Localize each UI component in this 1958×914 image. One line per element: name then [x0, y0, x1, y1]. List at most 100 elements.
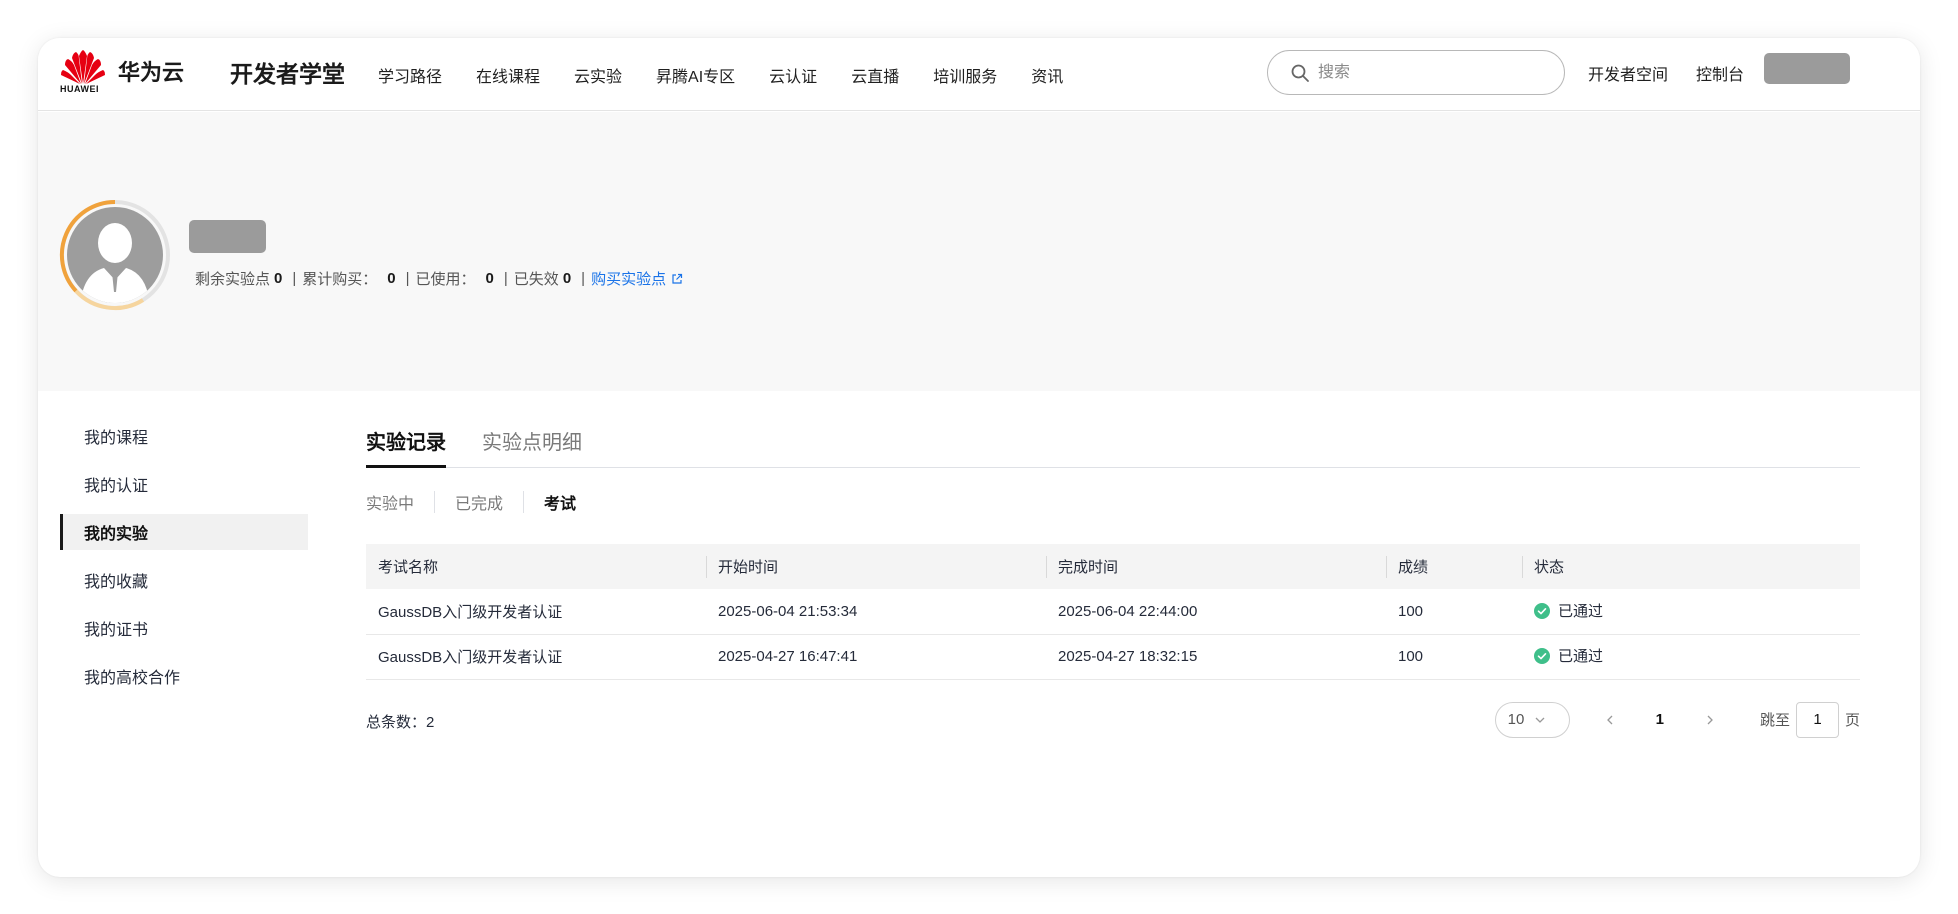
sidebar-item-my-certifications[interactable]: 我的认证 [60, 466, 308, 502]
stats-separator: | [405, 270, 410, 287]
column-header-label: 完成时间 [1058, 559, 1119, 576]
sidebar-item-university-cooperation[interactable]: 我的高校合作 [60, 658, 308, 694]
column-divider [1522, 556, 1523, 578]
top-header: HUAWEI 华为云 开发者学堂 学习路径 在线课程 云实验 昇腾AI专区 云认… [38, 38, 1920, 111]
app-window: HUAWEI 华为云 开发者学堂 学习路径 在线课程 云实验 昇腾AI专区 云认… [38, 38, 1920, 877]
stats-separator: | [581, 270, 586, 287]
remaining-label: 剩余实验点 [195, 271, 271, 288]
used-label: 已使用： [415, 271, 476, 288]
page-size-value: 10 [1507, 711, 1525, 728]
status-badge: 已通过 [1534, 645, 1603, 666]
jump-to-label: 跳至 [1759, 712, 1790, 729]
subtab-exam[interactable]: 考试 [544, 490, 576, 514]
main-nav: 学习路径 在线课程 云实验 昇腾AI专区 云认证 云直播 培训服务 资讯 [378, 38, 1097, 111]
next-page-icon[interactable] [1704, 714, 1716, 726]
search-icon [1291, 64, 1309, 82]
cell-finish-time: 2025-04-27 18:32:15 [1046, 634, 1386, 680]
cell-status: 已通过 [1522, 589, 1860, 635]
stats-separator: | [292, 270, 297, 287]
purchased-label: 累计购买： [302, 271, 378, 288]
chevron-down-icon [1535, 717, 1545, 723]
sidebar-item-my-labs[interactable]: 我的实验 [60, 514, 308, 550]
sidebar-item-my-certificates[interactable]: 我的证书 [60, 610, 308, 646]
page-size-select[interactable]: 10 [1494, 701, 1570, 738]
nav-item-learning-path[interactable]: 学习路径 [378, 63, 442, 87]
nav-item-ascend-ai[interactable]: 昇腾AI专区 [656, 63, 735, 87]
main-content: 实验记录 实验点明细 实验中 已完成 考试 考试名称 开始时间 完成时间 成绩 … [366, 418, 1860, 740]
cell-finish-time: 2025-06-04 22:44:00 [1046, 589, 1386, 635]
pagination: 10 1 跳至 页 [1494, 700, 1860, 740]
table-footer: 总条数：2 10 1 跳至 页 [366, 700, 1860, 740]
site-title[interactable]: 开发者学堂 [230, 55, 345, 89]
nav-item-live[interactable]: 云直播 [851, 63, 899, 87]
sidebar-item-my-courses[interactable]: 我的课程 [60, 418, 308, 454]
buy-lab-points-label: 购买实验点 [591, 271, 667, 288]
cell-exam-name: GaussDB入门级开发者认证 [366, 634, 706, 680]
column-header-status: 状态 [1522, 544, 1860, 589]
table-header-row: 考试名称 开始时间 完成时间 成绩 状态 [366, 544, 1860, 589]
column-header-label: 开始时间 [718, 559, 779, 576]
subtab-divider [523, 491, 525, 513]
console-link[interactable]: 控制台 [1696, 61, 1744, 85]
subtab-completed[interactable]: 已完成 [455, 490, 503, 514]
user-avatar-icon [59, 199, 170, 311]
table-row: GaussDB入门级开发者认证 2025-06-04 21:53:34 2025… [366, 589, 1860, 635]
tab-lab-records[interactable]: 实验记录 [366, 418, 446, 468]
search-input[interactable] [1316, 62, 1536, 83]
avatar [58, 198, 172, 312]
cell-status: 已通过 [1522, 634, 1860, 680]
column-header-exam-name: 考试名称 [366, 544, 706, 589]
subtab-bar: 实验中 已完成 考试 [366, 490, 1860, 514]
subtab-in-progress[interactable]: 实验中 [366, 490, 414, 514]
table-row: GaussDB入门级开发者认证 2025-04-27 16:47:41 2025… [366, 634, 1860, 680]
sidebar-item-my-favorites[interactable]: 我的收藏 [60, 562, 308, 598]
username-redacted [189, 220, 266, 253]
column-header-finish-time: 完成时间 [1046, 544, 1386, 589]
nav-item-training[interactable]: 培训服务 [933, 63, 997, 87]
total-count: 总条数：2 [366, 713, 435, 731]
check-circle-icon [1534, 647, 1550, 664]
search-box[interactable] [1267, 50, 1565, 95]
brand-name[interactable]: 华为云 [118, 55, 184, 87]
cell-score: 100 [1386, 589, 1522, 635]
jump-page-input[interactable] [1795, 701, 1839, 738]
page-number-current[interactable]: 1 [1656, 711, 1664, 728]
column-divider [1046, 556, 1047, 578]
buy-lab-points-link[interactable]: 购买实验点 [591, 268, 683, 289]
exam-records-table: 考试名称 开始时间 完成时间 成绩 状态 GaussDB入门级开发者认证 202… [366, 544, 1860, 680]
nav-item-online-courses[interactable]: 在线课程 [476, 63, 540, 87]
status-text: 已通过 [1558, 648, 1604, 666]
external-link-icon [672, 273, 683, 284]
column-header-score: 成绩 [1386, 544, 1522, 589]
logo-wordmark: HUAWEI [60, 84, 99, 94]
nav-item-cloud-lab[interactable]: 云实验 [574, 63, 622, 87]
cell-exam-name: GaussDB入门级开发者认证 [366, 589, 706, 635]
sidebar-menu: 我的课程 我的认证 我的实验 我的收藏 我的证书 我的高校合作 [60, 418, 308, 706]
user-menu-avatar[interactable] [1764, 53, 1850, 84]
check-circle-icon [1534, 602, 1550, 619]
remaining-value: 0 [274, 270, 283, 287]
column-header-label: 状态 [1534, 559, 1565, 576]
lab-points-stats: 剩余实验点 0 | 累计购买： 0 | 已使用： 0 | 已失效 0 | 购买实… [195, 268, 683, 289]
used-value: 0 [485, 270, 494, 287]
status-badge: 已通过 [1534, 600, 1603, 621]
status-text: 已通过 [1558, 603, 1604, 620]
column-divider [706, 556, 707, 578]
stats-separator: | [503, 270, 508, 287]
profile-banner: 剩余实验点 0 | 累计购买： 0 | 已使用： 0 | 已失效 0 | 购买实… [38, 112, 1920, 391]
huawei-flower-icon [61, 50, 105, 84]
nav-item-news[interactable]: 资讯 [1031, 63, 1063, 87]
column-divider [1386, 556, 1387, 578]
tab-lab-points-detail[interactable]: 实验点明细 [482, 418, 582, 468]
subtab-divider [434, 491, 436, 513]
expired-value: 0 [562, 270, 572, 287]
cell-start-time: 2025-06-04 21:53:34 [706, 589, 1046, 635]
column-header-label: 考试名称 [378, 559, 439, 576]
expired-label: 已失效 [513, 271, 559, 288]
cell-score: 100 [1386, 634, 1522, 680]
prev-page-icon[interactable] [1604, 714, 1616, 726]
nav-item-certification[interactable]: 云认证 [769, 63, 817, 87]
column-header-label: 成绩 [1398, 559, 1429, 576]
developer-space-link[interactable]: 开发者空间 [1588, 61, 1668, 85]
page-unit-label: 页 [1844, 712, 1860, 729]
